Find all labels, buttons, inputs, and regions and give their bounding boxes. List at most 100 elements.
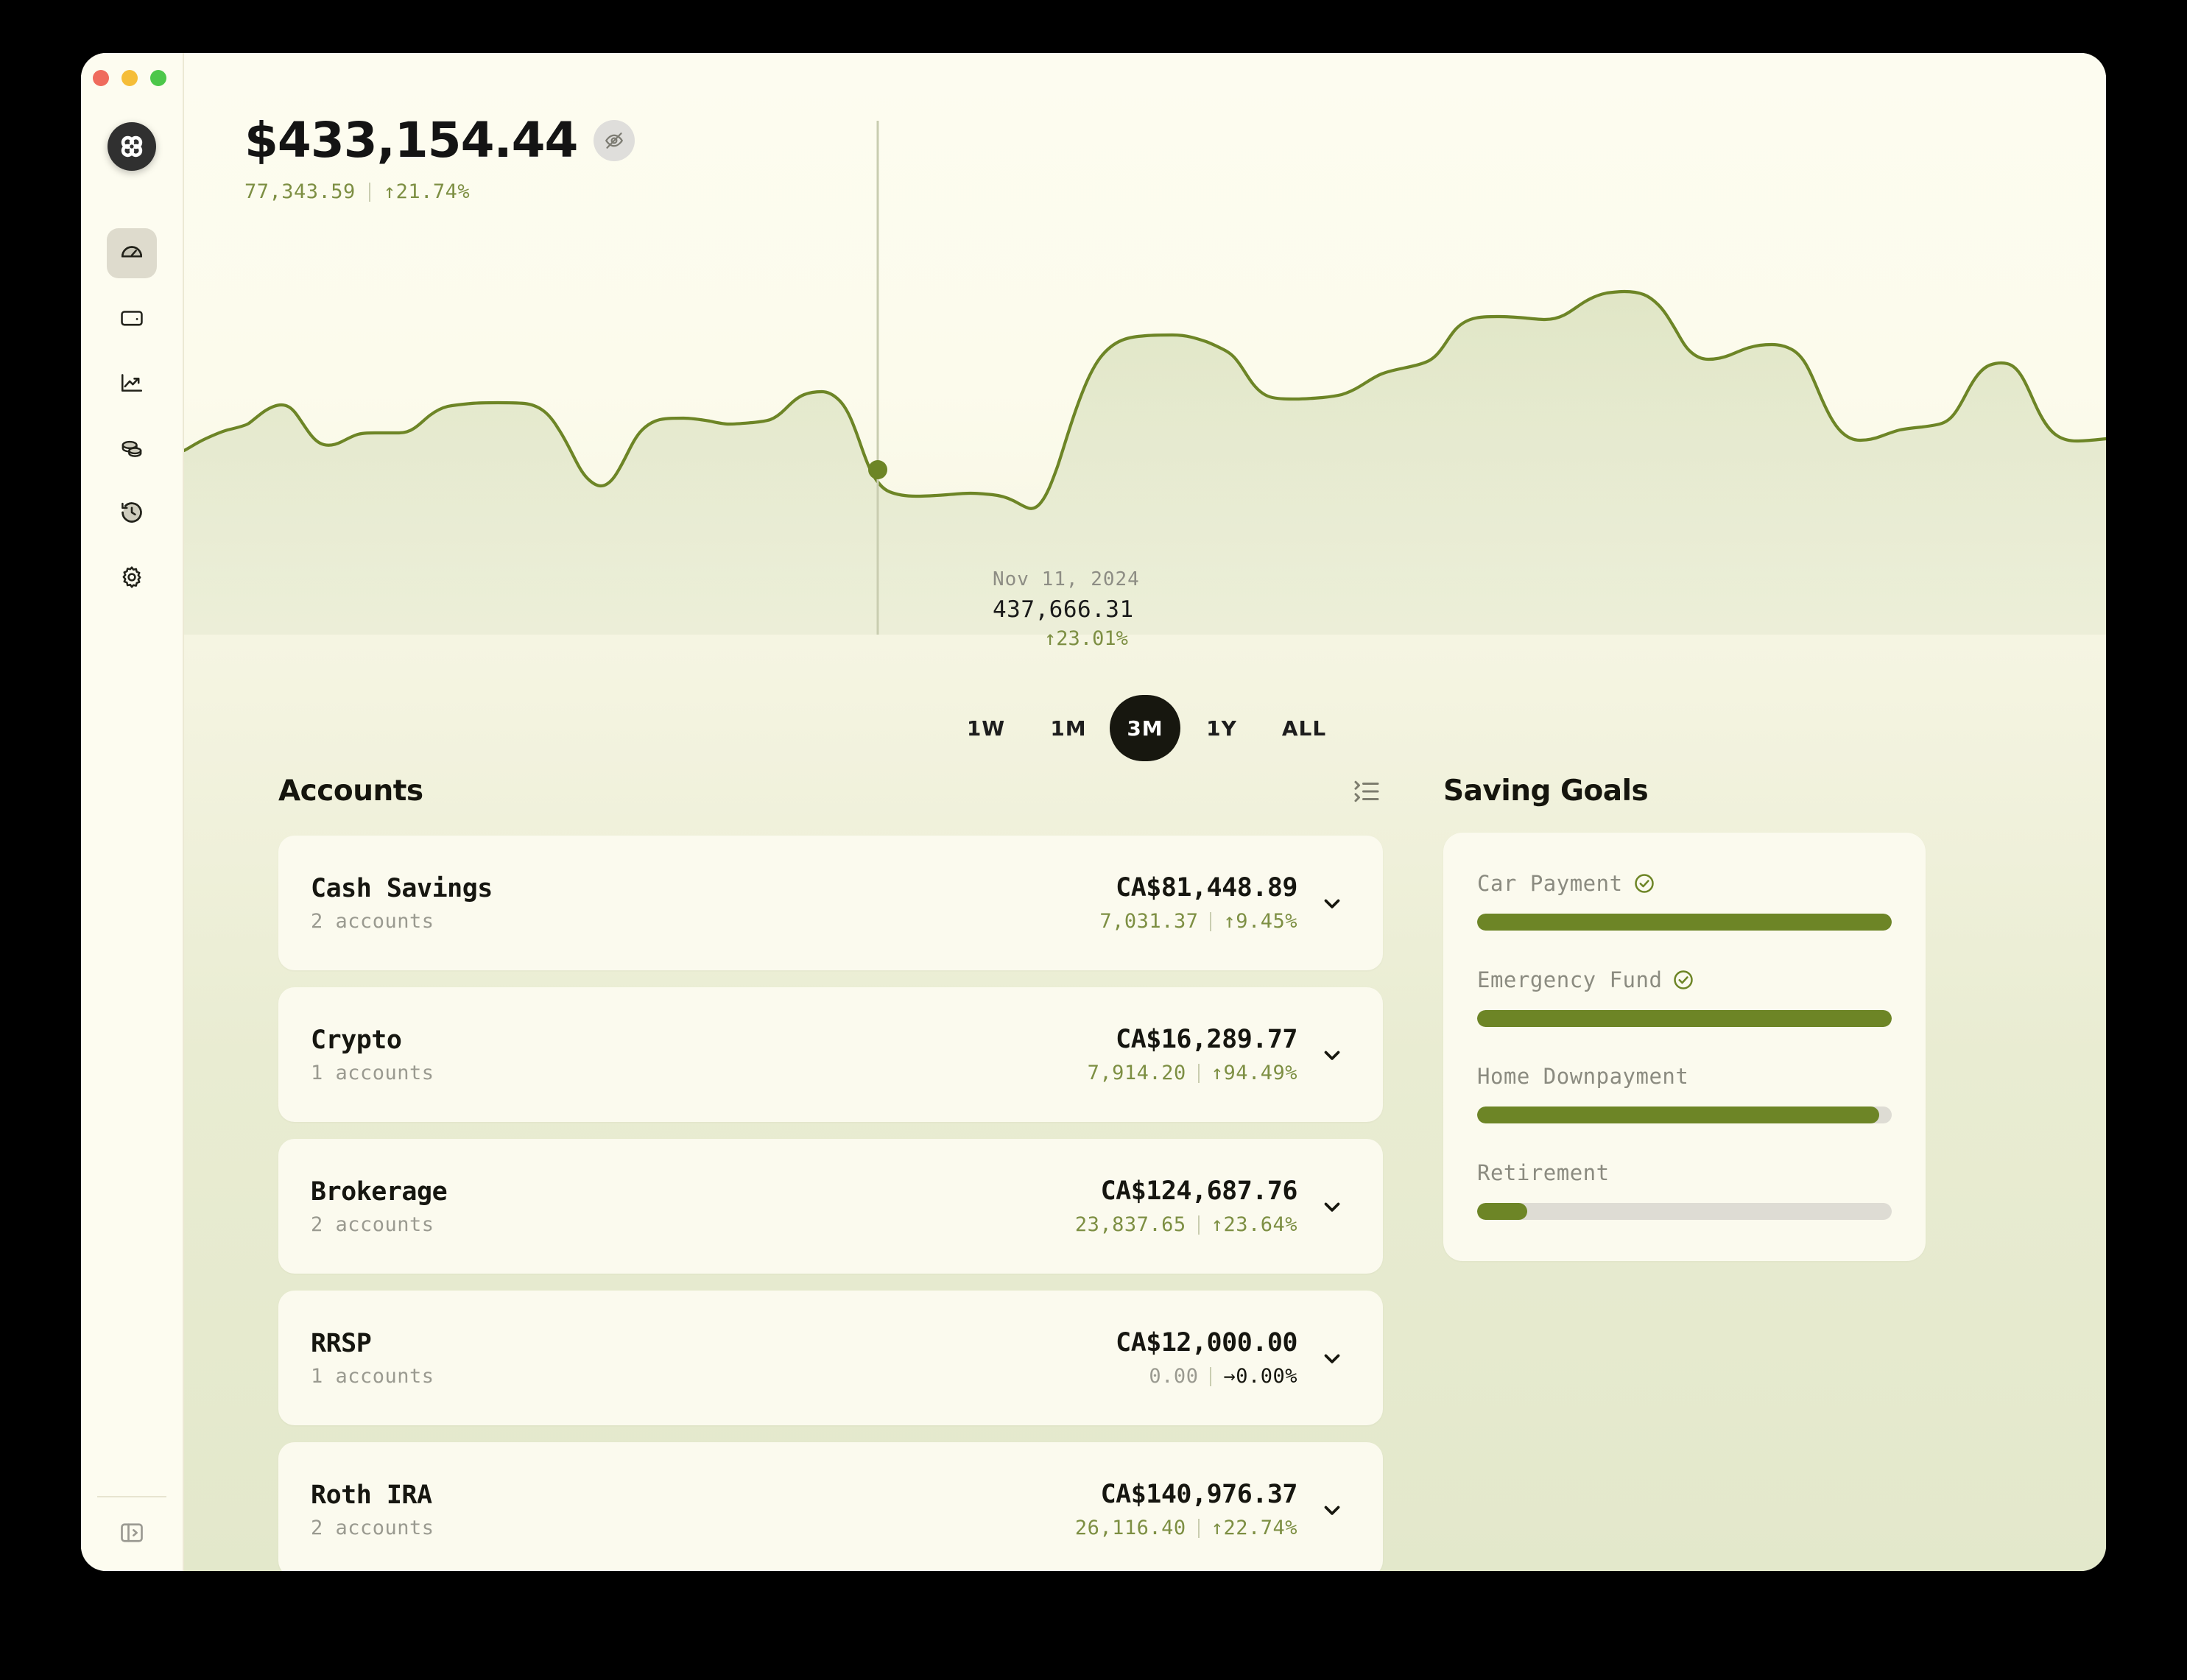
page-title: $433,154.44 <box>244 112 578 169</box>
sidebar-item-history[interactable] <box>107 487 157 537</box>
sidebar-expand-button[interactable] <box>81 1520 183 1546</box>
account-balance: CA$81,448.89 <box>1116 873 1297 903</box>
account-delta-amount: 7,914.20 <box>1087 1062 1186 1084</box>
account-row-crypto[interactable]: Crypto 1 accounts CA$16,289.77 7,914.20 … <box>278 987 1383 1122</box>
accounts-title: Accounts <box>278 774 423 808</box>
account-expand-button[interactable] <box>1320 1497 1345 1522</box>
app-logo[interactable] <box>108 122 156 171</box>
account-delta-percent: ↑94.49% <box>1211 1062 1297 1084</box>
account-expand-button[interactable] <box>1320 1042 1345 1067</box>
range-button-all[interactable]: ALL <box>1263 695 1345 761</box>
accounts-header: Accounts <box>278 774 1383 808</box>
chevron-down-icon <box>1324 1202 1340 1212</box>
account-subtitle: 1 accounts <box>311 1364 434 1388</box>
clover-circles-icon <box>121 135 143 158</box>
goal-label: Emergency Fund <box>1477 967 1663 992</box>
account-subtitle: 2 accounts <box>311 909 434 933</box>
account-row-cash-savings[interactable]: Cash Savings 2 accounts CA$81,448.89 7,0… <box>278 836 1383 970</box>
check-circle-icon <box>1634 874 1654 893</box>
minimize-window-button[interactable] <box>122 70 138 86</box>
balance-visibility-toggle[interactable] <box>594 119 635 161</box>
goal-progress-fill <box>1477 1010 1892 1027</box>
account-delta-amount: 7,031.37 <box>1099 910 1199 933</box>
gear-icon <box>122 566 141 588</box>
account-balance: CA$140,976.37 <box>1100 1480 1298 1509</box>
goal-progress-track <box>1477 1010 1892 1027</box>
balance-summary: $433,154.44 77,343.59 ↑21.74% <box>244 112 635 203</box>
account-name: Brokerage <box>311 1176 448 1207</box>
goal-progress-track <box>1477 1107 1892 1123</box>
account-row-brokerage[interactable]: Brokerage 2 accounts CA$124,687.76 23,83… <box>278 1139 1383 1274</box>
list-collapse-icon <box>1354 780 1379 802</box>
divider <box>1197 1215 1200 1235</box>
saving-goals-title: Saving Goals <box>1443 774 1649 808</box>
goal-car-payment[interactable]: Car Payment <box>1477 871 1892 931</box>
account-row-roth-ira[interactable]: Roth IRA 2 accounts CA$140,976.37 26,116… <box>278 1442 1383 1571</box>
account-expand-button[interactable] <box>1320 1194 1345 1219</box>
divider <box>1210 911 1212 931</box>
sidebar-item-dashboard[interactable] <box>107 228 157 278</box>
range-button-3m[interactable]: 3M <box>1110 695 1180 761</box>
wallet-icon <box>121 311 143 326</box>
range-button-1m[interactable]: 1M <box>1027 695 1110 761</box>
main-content: $433,154.44 77,343.59 ↑21.74% Nov 11, 20… <box>184 53 2106 1571</box>
chevron-down-icon <box>1324 1354 1340 1363</box>
account-name: Roth IRA <box>311 1480 432 1510</box>
sidebar-item-accounts[interactable] <box>107 293 157 343</box>
sidebar-item-settings[interactable] <box>107 552 157 602</box>
panel-expand-icon <box>121 1523 143 1542</box>
sidebar-nav <box>107 228 157 602</box>
sidebar-item-assets[interactable] <box>107 423 157 473</box>
close-window-button[interactable] <box>93 70 109 86</box>
goal-label: Retirement <box>1477 1160 1610 1185</box>
tooltip-date: Nov 11, 2024 <box>993 568 1140 590</box>
goal-emergency-fund[interactable]: Emergency Fund <box>1477 967 1892 1027</box>
goal-retirement[interactable]: Retirement <box>1477 1160 1892 1220</box>
goal-progress-fill <box>1477 1107 1880 1123</box>
accounts-collapse-button[interactable] <box>1353 779 1380 804</box>
goal-progress-track <box>1477 1203 1892 1220</box>
account-expand-button[interactable] <box>1320 891 1345 916</box>
sidebar-item-investments[interactable] <box>107 358 157 408</box>
balance-change-percent: ↑21.74% <box>383 180 471 203</box>
goal-home-downpayment[interactable]: Home Downpayment <box>1477 1064 1892 1123</box>
goal-progress-fill <box>1477 1203 1527 1220</box>
tooltip-change-percent: ↑23.01% <box>1044 627 1128 650</box>
chart-hover-point <box>868 460 887 479</box>
balance-change-amount: 77,343.59 <box>244 180 356 203</box>
account-subtitle: 2 accounts <box>311 1213 434 1236</box>
portfolio-chart-section: $433,154.44 77,343.59 ↑21.74% Nov 11, 20… <box>184 53 2106 789</box>
account-delta-amount: 26,116.40 <box>1074 1517 1186 1539</box>
saving-goals-column: Saving Goals Car Payment Emergency Fund … <box>1399 774 1926 1571</box>
account-expand-button[interactable] <box>1320 1346 1345 1371</box>
account-name: RRSP <box>311 1328 372 1358</box>
goal-complete-badge <box>1672 969 1694 991</box>
trending-up-icon <box>121 374 143 392</box>
account-name: Crypto <box>311 1025 402 1055</box>
maximize-window-button[interactable] <box>150 70 166 86</box>
range-button-1y[interactable]: 1Y <box>1180 695 1263 761</box>
account-balance: CA$124,687.76 <box>1100 1176 1298 1206</box>
goal-label: Home Downpayment <box>1477 1064 1689 1089</box>
account-row-rrsp[interactable]: RRSP 1 accounts CA$12,000.00 0.00 →0.00% <box>278 1291 1383 1425</box>
sidebar-divider <box>97 1496 166 1497</box>
chevron-down-icon <box>1324 1051 1340 1060</box>
range-button-1w[interactable]: 1W <box>945 695 1027 761</box>
chart-area-fill <box>184 292 2106 635</box>
account-delta-percent: ↑9.45% <box>1223 910 1297 933</box>
goal-complete-badge <box>1633 872 1655 894</box>
account-delta-amount: 0.00 <box>1149 1365 1199 1388</box>
window-traffic-lights <box>93 70 166 86</box>
account-balance: CA$16,289.77 <box>1116 1025 1297 1054</box>
app-window: $433,154.44 77,343.59 ↑21.74% Nov 11, 20… <box>81 53 2106 1571</box>
account-delta-percent: ↑23.64% <box>1211 1213 1297 1236</box>
account-name: Cash Savings <box>311 873 493 903</box>
accounts-column: Accounts Cash Savings 2 accounts CA$81,4… <box>184 774 1399 1571</box>
saving-goals-card: Car Payment Emergency Fund Home Downpaym… <box>1443 833 1926 1261</box>
gauge-icon <box>121 246 143 258</box>
divider <box>1197 1518 1200 1538</box>
goal-progress-track <box>1477 914 1892 931</box>
history-clock-icon <box>122 502 142 523</box>
divider <box>368 182 370 202</box>
account-delta-percent: ↑22.74% <box>1211 1517 1297 1539</box>
